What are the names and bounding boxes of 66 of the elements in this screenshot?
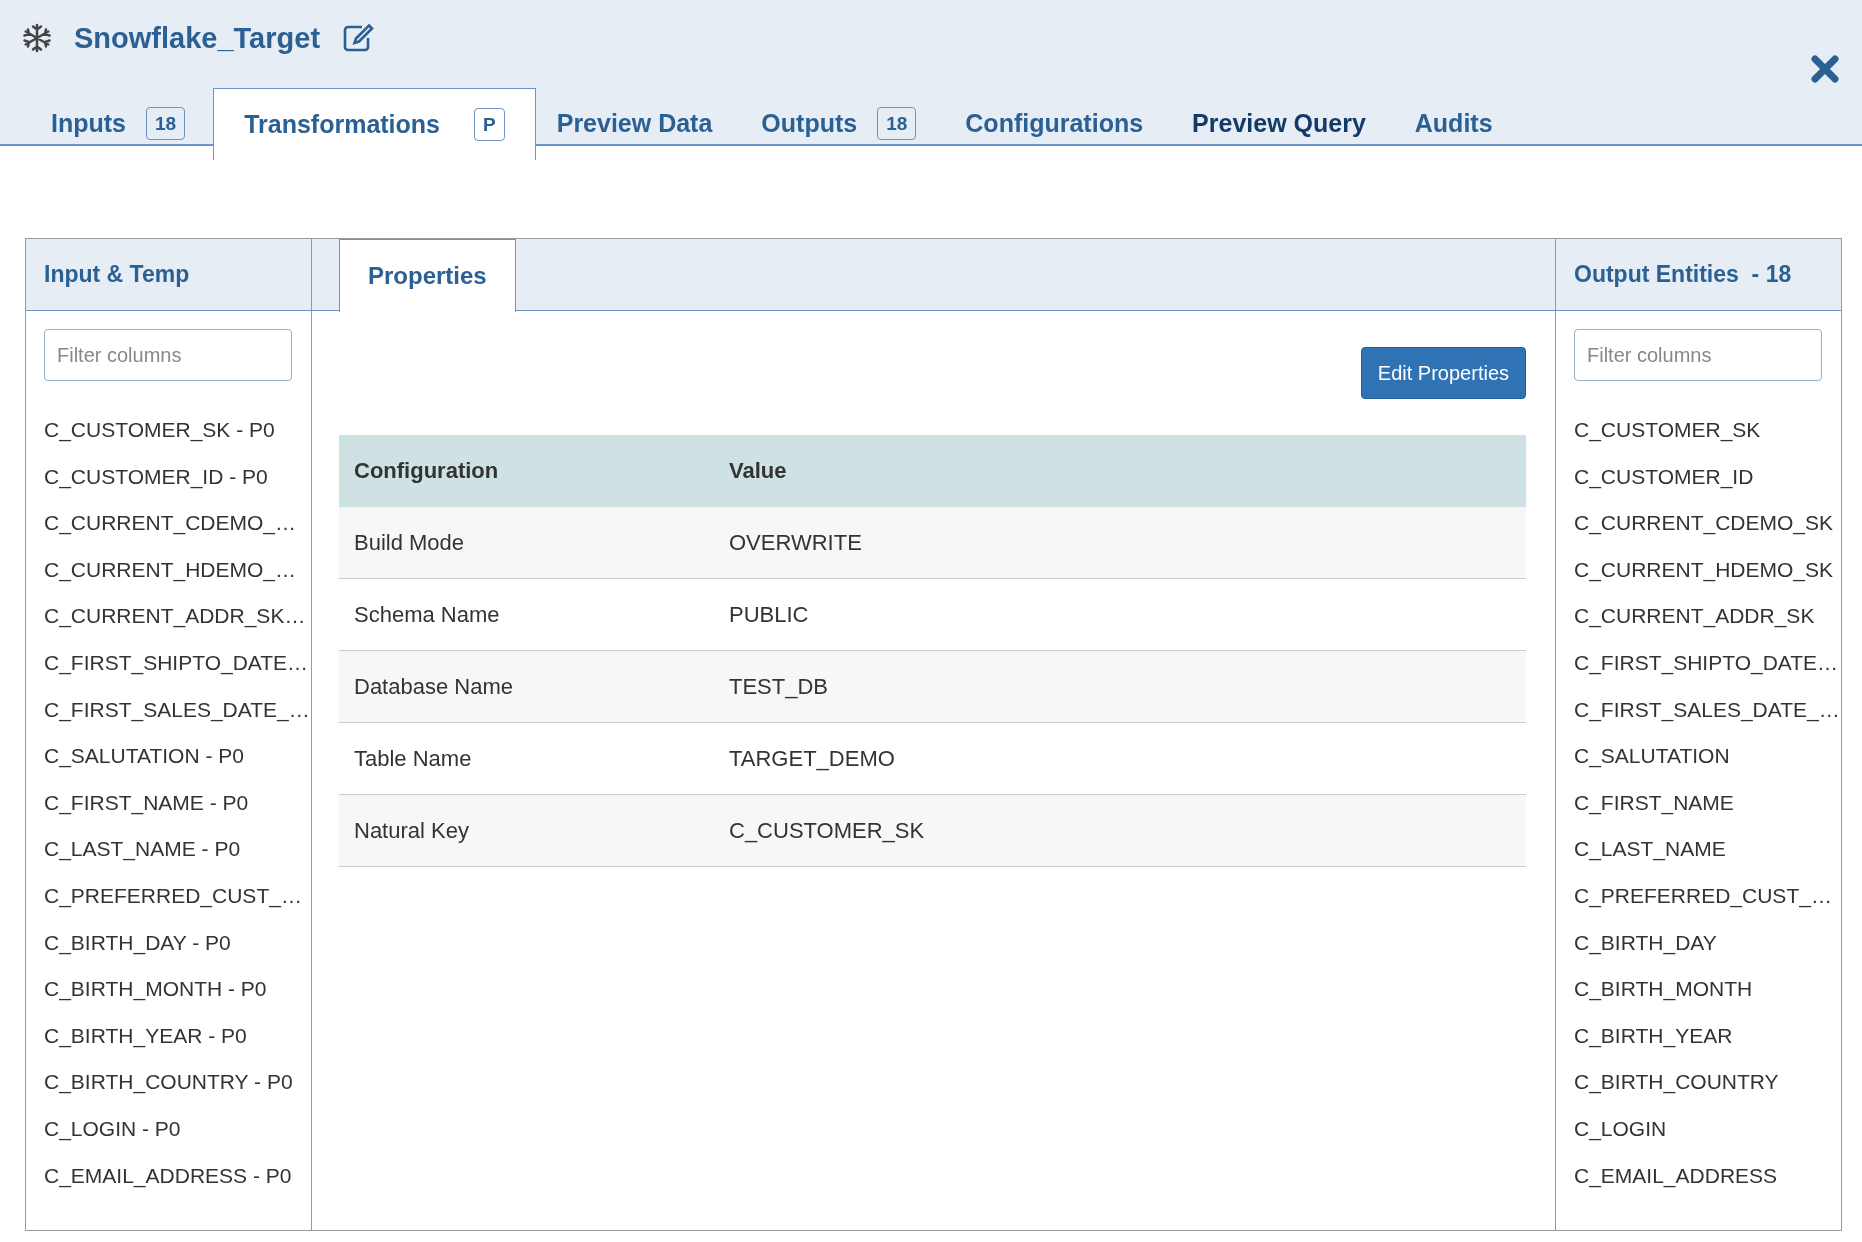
column-item[interactable]: C_CURRENT_ADDR_SK… [44, 603, 306, 630]
column-item[interactable]: C_CUSTOMER_ID - P0 [44, 463, 268, 490]
column-item[interactable]: C_CURRENT_HDEMO_SK [1574, 556, 1834, 583]
table-cell: Schema Name [339, 578, 714, 651]
panel-title: Output Entities - 18 [1574, 261, 1792, 288]
column-item[interactable]: C_CURRENT_HDEMO_… [44, 556, 297, 583]
column-item[interactable]: C_BIRTH_YEAR [1574, 1022, 1733, 1049]
column-item[interactable]: C_SALUTATION - P0 [44, 743, 244, 770]
column-item[interactable]: C_FIRST_SALES_DATE_… [1574, 696, 1840, 723]
table-cell: TEST_DB [714, 650, 1526, 723]
table-cell: Table Name [339, 722, 714, 795]
tab[interactable]: Inputs 18 [30, 88, 214, 158]
column-item[interactable]: C_EMAIL_ADDRESS [1574, 1162, 1778, 1189]
column-item[interactable]: C_BIRTH_MONTH [1574, 976, 1753, 1003]
column-item[interactable]: C_FIRST_SALES_DATE_… [44, 696, 310, 723]
count-badge: P [474, 108, 505, 141]
column-item[interactable]: C_LOGIN [1574, 1115, 1667, 1142]
column-item[interactable]: C_BIRTH_MONTH - P0 [44, 976, 267, 1003]
edit-icon[interactable] [342, 23, 375, 53]
column-header: Value [714, 435, 1526, 507]
column-item[interactable]: C_CURRENT_CDEMO_… [44, 510, 297, 537]
column-item[interactable]: C_BIRTH_COUNTRY [1574, 1069, 1779, 1096]
edit-properties-button[interactable]: Edit Properties [1360, 347, 1526, 399]
column-item[interactable]: C_PREFERRED_CUST_… [44, 882, 302, 909]
tab[interactable]: Audits [1393, 88, 1521, 158]
column-header: Configuration [339, 435, 714, 507]
column-item[interactable]: C_CUSTOMER_SK [1574, 417, 1761, 443]
table-cell: TARGET_DEMO [714, 722, 1526, 795]
table-cell: Build Mode [339, 507, 714, 579]
filter-field[interactable]: Filter columns [44, 329, 292, 381]
column-item[interactable]: C_SALUTATION [1574, 743, 1730, 770]
column-item[interactable]: C_CURRENT_ADDR_SK [1574, 603, 1815, 630]
column-item[interactable]: C_FIRST_SHIPTO_DATE… [1574, 649, 1839, 676]
column-item[interactable]: C_BIRTH_DAY - P0 [44, 929, 231, 956]
column-item[interactable]: C_LAST_NAME [1574, 836, 1726, 863]
tab[interactable]: Outputs 18 [740, 88, 945, 158]
tab[interactable]: Preview Query [1171, 88, 1394, 158]
tab[interactable]: Configurations [944, 88, 1172, 158]
close-icon[interactable] [1810, 54, 1840, 84]
snowflake-icon [22, 23, 52, 53]
column-item[interactable]: C_CURRENT_CDEMO_SK [1574, 510, 1834, 537]
column-item[interactable]: C_BIRTH_DAY [1574, 929, 1717, 956]
column-item[interactable]: C_PREFERRED_CUST_… [1574, 882, 1832, 909]
table-cell: C_CUSTOMER_SK [714, 794, 1526, 867]
column-item[interactable]: C_LAST_NAME - P0 [44, 836, 241, 863]
tab[interactable]: Properties [339, 238, 516, 312]
count-badge: 18 [877, 106, 917, 140]
column-item[interactable]: C_FIRST_SHIPTO_DATE… [44, 649, 309, 676]
count-badge: 18 [146, 106, 186, 140]
column-item[interactable]: C_BIRTH_COUNTRY - P0 [44, 1069, 293, 1096]
column-item[interactable]: C_CUSTOMER_ID [1574, 463, 1754, 490]
column-item[interactable]: C_FIRST_NAME - P0 [44, 789, 249, 816]
window-title: Snowflake_Target [74, 21, 321, 55]
table-cell: Natural Key [339, 794, 714, 867]
tab[interactable]: Transformations P [213, 88, 536, 160]
panel-title: Input & Temp [44, 261, 190, 288]
column-item[interactable]: C_LOGIN - P0 [44, 1115, 181, 1142]
column-item[interactable]: C_BIRTH_YEAR - P0 [44, 1022, 247, 1049]
column-item[interactable]: C_EMAIL_ADDRESS - P0 [44, 1162, 292, 1189]
column-item[interactable]: C_CUSTOMER_SK - P0 [44, 417, 275, 443]
table-cell: OVERWRITE [714, 507, 1526, 579]
table-cell: PUBLIC [714, 578, 1526, 651]
tab[interactable]: Preview Data [535, 88, 741, 158]
filter-field[interactable]: Filter columns [1574, 329, 1822, 381]
table-cell: Database Name [339, 650, 714, 723]
column-item[interactable]: C_FIRST_NAME [1574, 789, 1734, 816]
